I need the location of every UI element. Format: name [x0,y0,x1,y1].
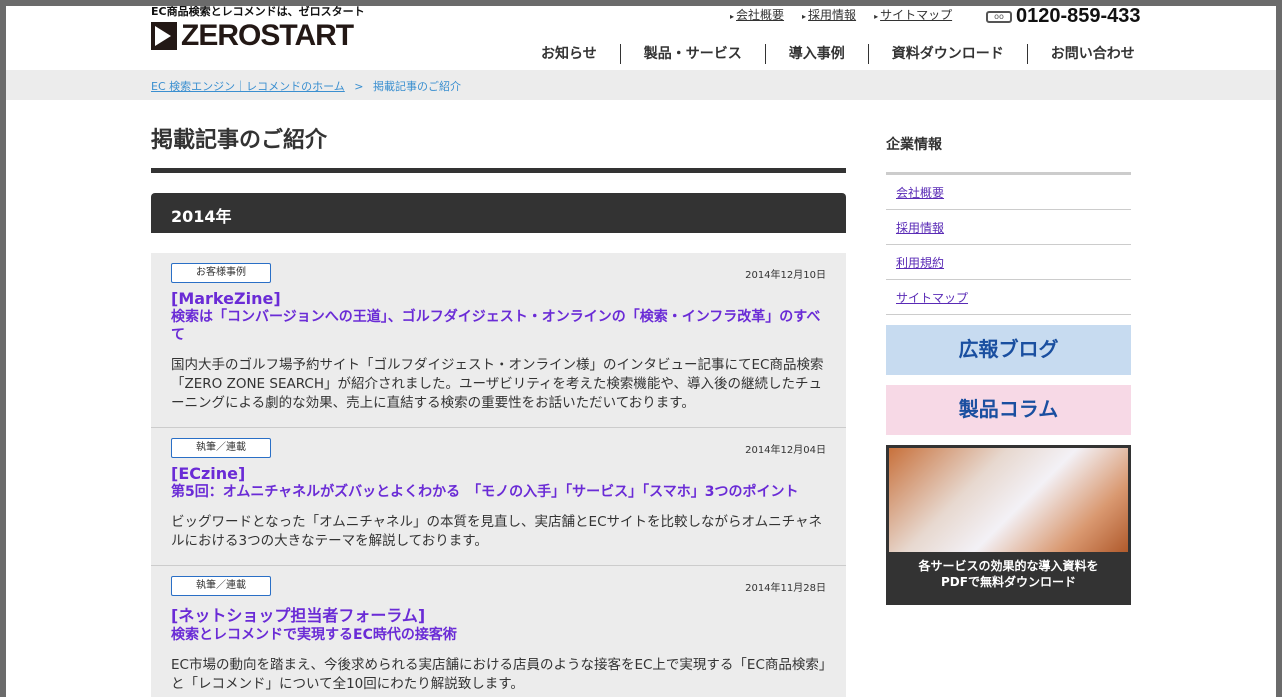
article-item: お客様事例 2014年12月10日 [MarkeZine] 検索は「コンバージョン… [151,253,846,428]
global-nav: お知らせ 製品・サービス 導入事例 資料ダウンロード お問い合わせ [518,44,1158,64]
logo-text: ZEROSTART [181,19,354,52]
breadcrumb-home[interactable]: EC 検索エンジン｜レコメンドのホーム [151,80,345,93]
sidebar-link-terms[interactable]: 利用規約 [896,256,944,270]
top-links: 会社概要 採用情報 サイトマップ [730,6,952,23]
category-badge: 執筆／連載 [171,576,271,596]
nav-news[interactable]: お知らせ [518,44,620,64]
download-text-line1: 各サービスの効果的な導入資料を [918,559,1099,573]
logo-mark-icon [151,22,177,50]
article-date: 2014年11月28日 [745,582,826,594]
article-date: 2014年12月04日 [745,444,826,456]
article-title[interactable]: 第5回：オムニチャネルがズバッとよくわかる 「モノの入手」「サービス」「スマホ」… [171,483,826,501]
article-source[interactable]: [ECzine] [171,464,826,483]
sidebar-heading: 企業情報 [886,134,1131,175]
breadcrumb-current: 掲載記事のご紹介 [373,80,462,93]
sidebar-link-sitemap[interactable]: サイトマップ [896,291,968,305]
category-badge: 執筆／連載 [171,438,271,458]
page: EC商品検索とレコメンドは、ゼロスタート ZEROSTART 会社概要 採用情報… [6,6,1276,697]
category-badge: お客様事例 [171,263,271,283]
article-description: ビッグワードとなった「オムニチャネル」の本質を見直し、実店舗とECサイトを比較し… [171,514,822,549]
article-description: 国内大手のゴルフ場予約サイト「ゴルフダイジェスト・オンライン様」のインタビュー記… [171,357,824,411]
phone-number: oo 0120-859-433 [986,6,1141,28]
logo[interactable]: ZEROSTART [151,19,354,52]
nav-contact[interactable]: お問い合わせ [1026,44,1158,64]
top-link-sitemap[interactable]: サイトマップ [874,6,952,23]
article-date: 2014年12月10日 [745,269,826,281]
header: EC商品検索とレコメンドは、ゼロスタート ZEROSTART 会社概要 採用情報… [6,6,1276,70]
freedial-icon: oo [986,10,1012,23]
main-content: 掲載記事のご紹介 2014年 お客様事例 2014年12月10日 [MarkeZi… [151,100,846,697]
handshake-photo [889,448,1128,552]
nav-products[interactable]: 製品・サービス [619,44,765,64]
breadcrumb: EC 検索エンジン｜レコメンドのホーム > 掲載記事のご紹介 [6,70,1276,100]
year-heading: 2014年 [151,193,846,233]
page-title: 掲載記事のご紹介 [151,122,846,173]
article-title[interactable]: 検索とレコメンドで実現するEC時代の接客術 [171,626,826,644]
sidebar-link-company[interactable]: 会社概要 [896,186,944,200]
nav-downloads[interactable]: 資料ダウンロード [867,44,1027,64]
article-item: 執筆／連載 2014年11月28日 [ネットショップ担当者フォーラム] 検索とレコ… [151,566,846,697]
sidebar: 企業情報 会社概要 採用情報 利用規約 サイトマップ 広報ブログ 製品コラム 各… [886,100,1131,605]
article-title[interactable]: 検索は「コンバージョンへの王道」、ゴルフダイジェスト・オンラインの「検索・インフ… [171,308,826,344]
pr-blog-banner[interactable]: 広報ブログ [886,325,1131,375]
sidebar-link-recruit[interactable]: 採用情報 [896,221,944,235]
top-link-company[interactable]: 会社概要 [730,6,784,23]
phone-text: 0120-859-433 [1016,6,1141,27]
article-source[interactable]: [MarkeZine] [171,289,826,308]
product-column-banner[interactable]: 製品コラム [886,385,1131,435]
nav-cases[interactable]: 導入事例 [764,44,868,64]
top-link-recruit[interactable]: 採用情報 [802,6,856,23]
article-source[interactable]: [ネットショップ担当者フォーラム] [171,602,826,626]
breadcrumb-separator: > [354,80,364,93]
download-banner[interactable]: 各サービスの効果的な導入資料を PDFで無料ダウンロード [886,445,1131,605]
download-text-line2: PDFで無料ダウンロード [941,575,1076,589]
article-item: 執筆／連載 2014年12月04日 [ECzine] 第5回：オムニチャネルがズバ… [151,428,846,566]
article-description: EC市場の動向を踏まえ、今後求められる実店舗における店員のような接客をEC上で実… [171,657,826,692]
tagline: EC商品検索とレコメンドは、ゼロスタート [151,6,365,18]
